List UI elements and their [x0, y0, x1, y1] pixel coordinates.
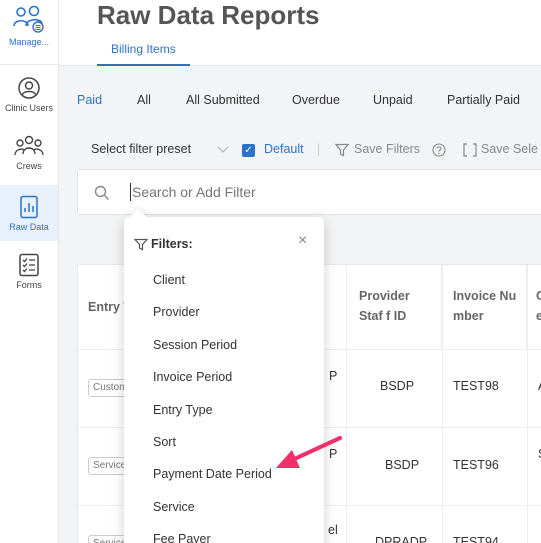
search-bar[interactable]: [77, 169, 541, 215]
table-cell-staff-id: BSDP: [385, 458, 420, 472]
search-icon: [94, 185, 109, 200]
default-checkbox[interactable]: ✓: [242, 144, 255, 157]
filter-preset-select[interactable]: Select filter preset: [91, 142, 191, 156]
help-icon[interactable]: [432, 143, 446, 157]
table-cell: el: [328, 523, 338, 537]
entry-type-tag: Service: [88, 535, 128, 543]
table-cell-invoice: TEST94: [453, 535, 499, 543]
status-tabs: Paid All All Submitted Overdue Unpaid Pa…: [59, 66, 541, 132]
sidebar-item-label: Crews: [16, 161, 42, 171]
sidebar-item-label: Raw Data: [9, 222, 49, 232]
filter-option-service[interactable]: Service: [153, 500, 195, 514]
sidebar-item-manage[interactable]: Manage...: [0, 4, 58, 54]
sidebar-item-label: Manage...: [8, 37, 50, 47]
table-cell: P: [329, 369, 338, 383]
table-cell-staff-id: DPRADP: [375, 535, 428, 543]
filter-option-session-period[interactable]: Session Period: [153, 338, 237, 352]
filter-option-fee-payer[interactable]: Fee Payer: [153, 532, 211, 543]
filters-dropdown-title: Filters:: [134, 237, 193, 251]
search-input[interactable]: [132, 184, 512, 200]
filters-dropdown: Filters: × Client Provider Session Perio…: [124, 217, 324, 543]
filter-option-provider[interactable]: Provider: [153, 305, 200, 319]
column-header-invoice-number[interactable]: Invoice Nu mber: [443, 265, 527, 349]
column-header-last[interactable]: C e: [528, 265, 541, 349]
filter-option-invoice-period[interactable]: Invoice Period: [153, 370, 232, 384]
entry-type-tag: Service: [88, 457, 128, 475]
sidebar-item-label: Forms: [16, 280, 42, 290]
tab-all-submitted[interactable]: All Submitted: [186, 93, 260, 107]
divider: |: [317, 142, 321, 156]
filter-icon: [134, 238, 148, 250]
table-cell-staff-id: BSDP: [380, 379, 415, 393]
entry-type-tag: Custom: [88, 379, 128, 397]
save-filters-button[interactable]: Save Filters: [354, 142, 420, 156]
report-icon: [20, 195, 38, 219]
sidebar: Manage... Clinic Users Crews Raw Data Fo…: [0, 0, 59, 543]
sidebar-item-label: Clinic Users: [4, 103, 53, 113]
tab-unpaid[interactable]: Unpaid: [373, 93, 413, 107]
tab-overdue[interactable]: Overdue: [292, 93, 340, 107]
save-selection-button[interactable]: Save Sele: [481, 142, 538, 156]
column-header-provider-staff-id[interactable]: Provider Staf f ID: [347, 265, 442, 349]
crew-icon: [14, 135, 44, 156]
page-title: Raw Data Reports: [97, 0, 320, 30]
forms-list-icon: [19, 253, 39, 277]
chevron-down-icon[interactable]: [217, 146, 229, 154]
annotation-arrow-icon: [276, 436, 342, 468]
tab-all[interactable]: All: [137, 93, 151, 107]
close-icon[interactable]: ×: [298, 233, 307, 249]
text-caret: [130, 183, 131, 201]
default-label[interactable]: Default: [264, 142, 304, 156]
user-icon: [18, 77, 40, 99]
table-cell-invoice: TEST98: [453, 379, 499, 393]
sidebar-item-forms[interactable]: Forms: [0, 253, 58, 297]
filter-option-entry-type[interactable]: Entry Type: [153, 403, 213, 417]
filter-option-sort[interactable]: Sort: [153, 435, 176, 449]
filter-option-payment-date-period[interactable]: Payment Date Period: [153, 467, 272, 481]
sidebar-item-clinic-users[interactable]: Clinic Users: [0, 76, 58, 120]
sidebar-item-crews[interactable]: Crews: [0, 134, 58, 178]
filter-option-client[interactable]: Client: [153, 273, 185, 287]
tab-paid[interactable]: Paid: [77, 93, 102, 107]
team-manage-icon: [13, 5, 44, 33]
tab-partially-paid[interactable]: Partially Paid: [447, 93, 520, 107]
divider: [0, 64, 58, 65]
table-cell-invoice: TEST96: [453, 458, 499, 472]
page-header: Raw Data Reports Billing Items: [59, 0, 541, 66]
filters-title-text: Filters:: [151, 237, 193, 251]
filter-icon: [335, 143, 349, 157]
tab-billing-items[interactable]: Billing Items: [97, 40, 190, 66]
selection-icon: [463, 143, 477, 157]
sidebar-item-raw-data[interactable]: Raw Data: [0, 185, 58, 241]
